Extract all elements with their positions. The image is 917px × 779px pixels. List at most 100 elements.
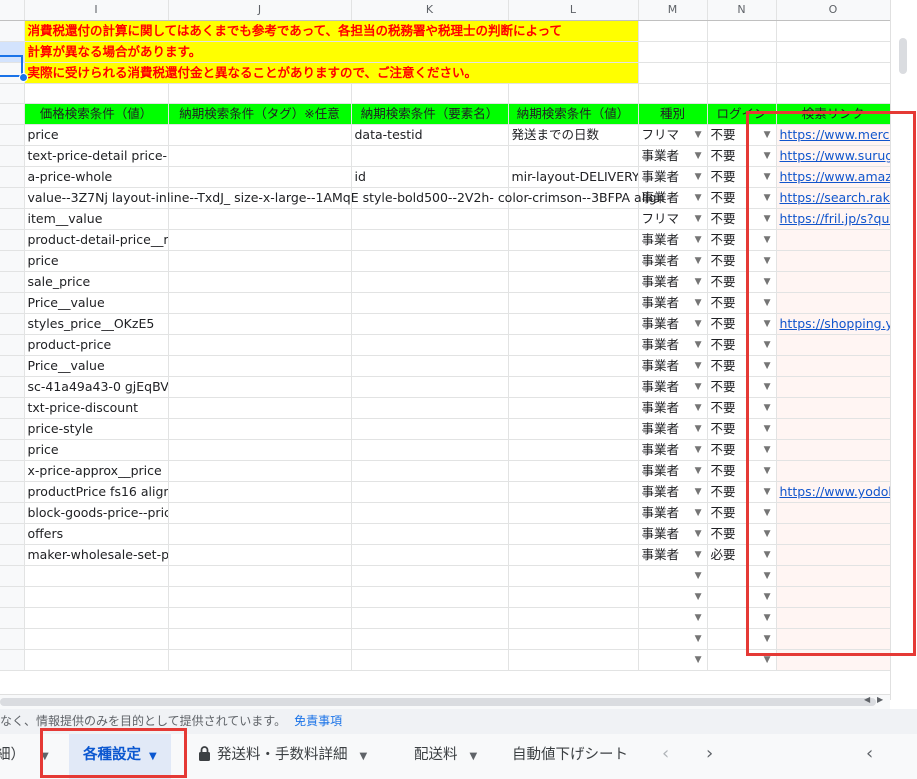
column-title[interactable]: 検索リンク [776, 103, 890, 125]
tab-scroll-prev-icon[interactable]: ‹ [662, 734, 669, 776]
dropdown-chip[interactable]: ▼ [711, 608, 773, 628]
login-dropdown[interactable]: 不要 ▼ [707, 418, 777, 440]
cell-j[interactable] [168, 166, 352, 188]
cell-j[interactable] [168, 250, 352, 272]
row-header[interactable] [0, 586, 25, 608]
type-dropdown[interactable]: 事業者 ▼ [638, 292, 708, 314]
cell-i[interactable]: value--3Z7Nj layout-inline--TxdJ_ size-x… [24, 187, 665, 209]
sheet-tab-shipping-fees[interactable]: 発送料・手数料詳細 ▼ [198, 734, 367, 779]
type-dropdown[interactable]: 事業者 ▼ [638, 502, 708, 524]
chevron-down-icon[interactable]: ▼ [695, 272, 702, 292]
cell-l[interactable] [508, 460, 639, 482]
cell[interactable] [776, 20, 890, 42]
sheet-tab-settings[interactable]: 各種設定 ▼ [69, 734, 171, 779]
login-dropdown[interactable]: 不要 ▼ [707, 145, 777, 167]
dropdown-chip[interactable]: 事業者 ▼ [642, 188, 704, 208]
login-dropdown[interactable]: 不要 ▼ [707, 208, 777, 230]
cell-k[interactable] [351, 628, 509, 650]
dropdown-chip[interactable]: ▼ [642, 587, 704, 607]
column-title[interactable]: 種別 [638, 103, 708, 125]
disclaimer-link[interactable]: 免責事項 [294, 714, 342, 728]
chevron-down-icon[interactable]: ▼ [695, 377, 702, 397]
row-header[interactable] [0, 208, 25, 230]
chevron-down-icon[interactable]: ▼ [695, 167, 702, 187]
tab-scroll-next-icon[interactable]: › [706, 734, 713, 776]
cell-j[interactable] [168, 565, 352, 587]
cell-k[interactable] [351, 313, 509, 335]
cell-i[interactable]: x-price-approx__price [24, 460, 169, 482]
row-header[interactable] [0, 187, 25, 209]
dropdown-chip[interactable]: 不要 ▼ [711, 293, 773, 313]
login-dropdown[interactable]: 不要 ▼ [707, 187, 777, 209]
type-dropdown[interactable]: 事業者 ▼ [638, 334, 708, 356]
cell-j[interactable] [168, 271, 352, 293]
row-header[interactable] [0, 460, 25, 482]
chevron-down-icon[interactable]: ▼ [695, 524, 702, 544]
cell-j[interactable] [168, 292, 352, 314]
cell-j[interactable] [168, 313, 352, 335]
login-dropdown[interactable]: 不要 ▼ [707, 355, 777, 377]
dropdown-chip[interactable]: フリマ ▼ [642, 209, 704, 229]
sheet-tab-auto-markdown[interactable]: 自動値下げシート [512, 734, 628, 779]
cell-l[interactable] [508, 565, 639, 587]
chevron-down-icon[interactable]: ▼ [695, 188, 702, 208]
vertical-scroll-thumb[interactable] [899, 38, 907, 74]
side-panel-collapse-icon[interactable]: ‹ [866, 734, 873, 776]
dropdown-chip[interactable]: 事業者 ▼ [642, 419, 704, 439]
column-title[interactable]: 納期検索条件（タグ）※任意 [168, 103, 352, 125]
search-link-cell[interactable]: https://www.mercari [776, 124, 890, 146]
chevron-down-icon[interactable]: ▼ [764, 524, 771, 544]
row-header[interactable] [0, 250, 25, 272]
column-title[interactable]: 価格検索条件（値） [24, 103, 169, 125]
cell-k[interactable] [351, 145, 509, 167]
dropdown-chip[interactable]: 不要 ▼ [711, 251, 773, 271]
login-dropdown[interactable]: 不要 ▼ [707, 313, 777, 335]
dropdown-chip[interactable]: 事業者 ▼ [642, 251, 704, 271]
cell-k[interactable] [351, 418, 509, 440]
dropdown-chip[interactable]: ▼ [642, 608, 704, 628]
chevron-down-icon[interactable]: ▼ [764, 608, 771, 628]
dropdown-chip[interactable]: 不要 ▼ [711, 377, 773, 397]
cell-i[interactable]: Price__value [24, 355, 169, 377]
search-link-cell[interactable] [776, 418, 890, 440]
cell-j[interactable] [168, 523, 352, 545]
search-link-cell[interactable]: https://www.yodobashi [776, 481, 890, 503]
cell-i[interactable]: item__value [24, 208, 169, 230]
cell-j[interactable] [168, 418, 352, 440]
cell-j[interactable] [168, 502, 352, 524]
cell[interactable] [776, 41, 890, 63]
dropdown-chip[interactable]: 不要 ▼ [711, 482, 773, 502]
search-link-cell[interactable] [776, 523, 890, 545]
search-link-cell[interactable] [776, 649, 890, 671]
chevron-down-icon[interactable]: ▼ [764, 545, 771, 565]
cell-l[interactable] [508, 271, 639, 293]
corner-cell[interactable] [0, 0, 25, 21]
cell-j[interactable] [168, 460, 352, 482]
row-header[interactable] [0, 418, 25, 440]
login-dropdown[interactable]: 不要 ▼ [707, 439, 777, 461]
column-title[interactable]: 納期検索条件（値） [508, 103, 639, 125]
cell[interactable] [168, 83, 352, 104]
dropdown-chip[interactable]: 事業者 ▼ [642, 293, 704, 313]
chevron-down-icon[interactable]: ▼ [764, 188, 771, 208]
type-dropdown[interactable]: 事業者 ▼ [638, 145, 708, 167]
chevron-down-icon[interactable]: ▼ [695, 461, 702, 481]
cell-j[interactable] [168, 544, 352, 566]
cell-k[interactable] [351, 439, 509, 461]
cell-i[interactable]: a-price-whole [24, 166, 169, 188]
chevron-down-icon[interactable]: ▼ [695, 209, 702, 229]
notice-text[interactable]: 計算が異なる場合があります。 [24, 41, 639, 63]
chevron-down-icon[interactable]: ▼ [360, 751, 368, 762]
search-link-cell[interactable] [776, 544, 890, 566]
type-dropdown[interactable]: ▼ [638, 628, 708, 650]
cell[interactable] [707, 20, 777, 42]
cell-j[interactable] [168, 124, 352, 146]
chevron-down-icon[interactable]: ▼ [764, 251, 771, 271]
cell-k[interactable] [351, 208, 509, 230]
horizontal-scroll-thumb[interactable] [0, 698, 876, 706]
cell-l[interactable] [508, 523, 639, 545]
login-dropdown[interactable]: 不要 ▼ [707, 460, 777, 482]
cell-i[interactable]: price [24, 439, 169, 461]
chevron-down-icon[interactable]: ▼ [695, 482, 702, 502]
chevron-down-icon[interactable]: ▼ [41, 751, 49, 762]
